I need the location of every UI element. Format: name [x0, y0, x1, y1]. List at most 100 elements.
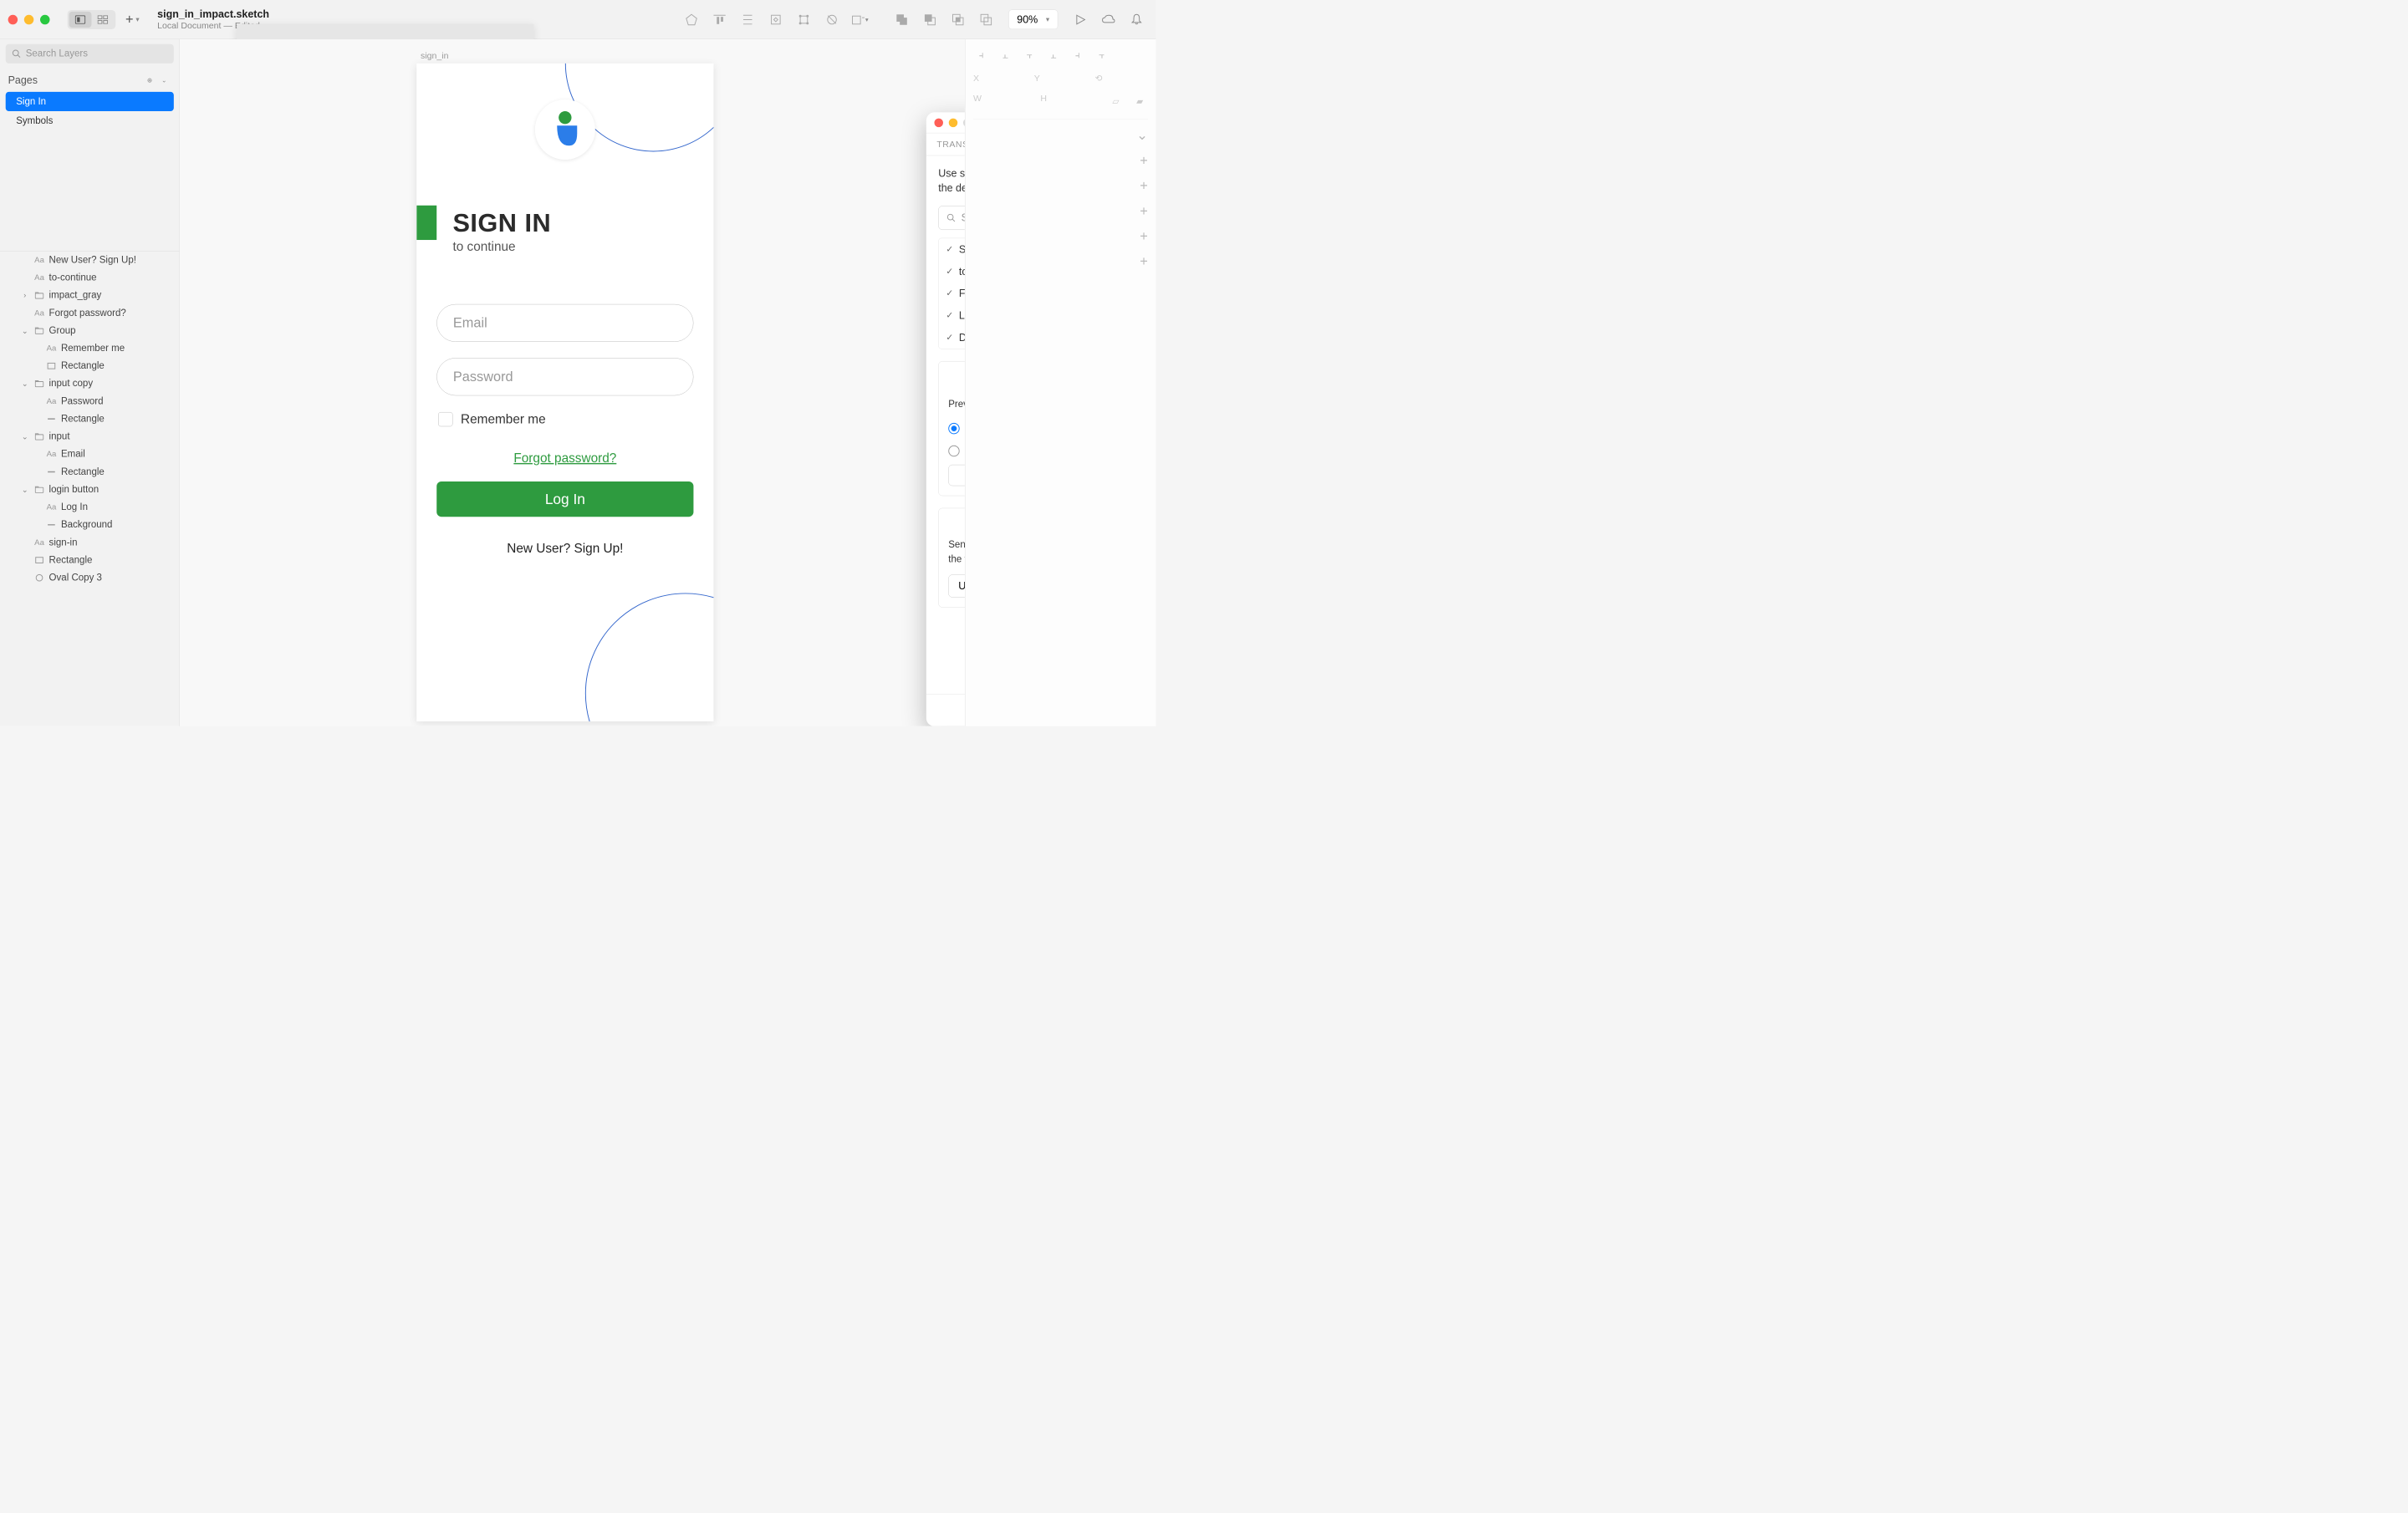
align-right-icon[interactable]: ⫟ [1022, 48, 1038, 64]
minimize-window-button[interactable] [24, 15, 34, 25]
inspector-chevron-icon[interactable]: ⌄ [1136, 127, 1148, 143]
layer-row[interactable]: ⌄Group [0, 322, 180, 339]
layer-row[interactable]: ⌄input [0, 428, 180, 446]
canvas-view-button[interactable] [69, 12, 92, 28]
add-page-icon[interactable]: ⊕ [142, 76, 156, 84]
canvas[interactable]: sign_in SIGN IN to continue Email Passwo… [180, 39, 965, 726]
align-middle-icon[interactable]: ⫞ [1069, 48, 1085, 64]
layer-row[interactable]: AaEmail [0, 446, 180, 463]
play-icon[interactable] [1069, 11, 1092, 28]
crowdin-titlebar: Crowdin [926, 112, 965, 133]
intersect-icon[interactable] [946, 11, 969, 28]
crowdin-panel: Crowdin TRANSLATION STRINGS SETTINGS Con… [926, 112, 965, 726]
zoom-control[interactable]: 90% ▾ [1008, 10, 1058, 30]
crowdin-tabs: TRANSLATION STRINGS SETTINGS Contact Us [926, 133, 965, 155]
radio-create-keynames[interactable] [948, 446, 959, 456]
shape-tool-icon[interactable] [681, 11, 703, 28]
search-placeholder: Search Layers [26, 48, 88, 59]
bell-icon[interactable] [1125, 11, 1148, 28]
rotate-icon[interactable] [821, 11, 844, 28]
layer-row[interactable]: Rectangle [0, 357, 180, 374]
string-row[interactable]: ✓Sign in✎ⓘ [939, 238, 965, 260]
remember-label: Remember me [461, 411, 546, 426]
upload-section: Upload Screenshots Send screenshots of t… [938, 508, 965, 608]
union-icon[interactable] [890, 11, 913, 28]
layer-row[interactable]: ⌄input copy [0, 374, 180, 392]
string-row[interactable]: ✓Don't have an account yet?✎ⓘ [939, 327, 965, 349]
segment-page-button[interactable]: Page [948, 465, 965, 486]
signin-form: Email Password Remember me Forgot passwo… [436, 304, 693, 556]
left-sidebar: Search Layers Pages ⊕ ⌄ Sign InSymbols ⌄… [0, 39, 180, 726]
decorative-oval-bottom [585, 593, 714, 721]
add-property-icon[interactable]: + [1140, 178, 1148, 194]
email-field[interactable]: Email [436, 304, 693, 342]
forgot-password-link[interactable]: Forgot password? [436, 451, 693, 466]
layer-row[interactable]: Aasign-in [0, 533, 180, 551]
cloud-icon[interactable] [1097, 11, 1120, 28]
mask-icon[interactable]: ▾ [849, 11, 871, 28]
login-button[interactable]: Log In [436, 481, 693, 517]
view-toggle [68, 10, 116, 29]
insert-button[interactable]: + ▾ [121, 11, 144, 28]
layer-row[interactable]: AaForgot password? [0, 304, 180, 322]
layer-row[interactable]: Rectangle [0, 463, 180, 481]
layer-row[interactable]: ⌄login button [0, 481, 180, 498]
align-top-icon[interactable] [708, 11, 731, 28]
string-row[interactable]: ✓Log In✎ⓘ [939, 304, 965, 326]
crowdin-hint-text: Use source string for your text componen… [938, 166, 965, 196]
string-row[interactable]: ✓Forgot password?✎ⓘ [939, 283, 965, 304]
flip-h-icon[interactable]: ▱ [1108, 93, 1124, 109]
layer-row[interactable]: AaRemember me [0, 339, 180, 357]
zoom-value: 90% [1017, 13, 1038, 26]
layer-row[interactable]: AaLog In [0, 498, 180, 516]
radio-create-language[interactable] [948, 423, 959, 434]
add-property-icon[interactable]: + [1140, 203, 1148, 219]
page-item[interactable]: Sign In [6, 92, 174, 111]
align-center-h-icon[interactable]: ⫠ [997, 48, 1013, 64]
page-item[interactable]: Symbols [0, 111, 180, 130]
align-top-icon[interactable]: ⫠ [1045, 48, 1061, 64]
subtract-icon[interactable] [919, 11, 941, 28]
signup-link[interactable]: New User? Sign Up! [436, 541, 693, 556]
search-layers-input[interactable]: Search Layers [6, 44, 174, 64]
crowdin-close-button[interactable] [934, 118, 943, 127]
transform-icon[interactable] [793, 11, 815, 28]
upload-screenshots-button[interactable]: Upload Screenshots [948, 574, 965, 597]
remember-checkbox[interactable] [438, 412, 452, 426]
signin-heading: SIGN IN [452, 208, 551, 238]
crowdin-search-input[interactable]: Search [938, 206, 965, 230]
artboard-sign-in[interactable]: SIGN IN to continue Email Password Remem… [416, 64, 713, 721]
fullscreen-window-button[interactable] [40, 15, 50, 25]
artboard-label[interactable]: sign_in [421, 50, 448, 60]
tab-translation[interactable]: TRANSLATION [936, 139, 965, 149]
layer-row[interactable]: ›impact_gray [0, 287, 180, 304]
string-row[interactable]: ✓to continue✎ⓘ [939, 260, 965, 282]
layer-row[interactable]: Background [0, 516, 180, 533]
align-left-icon[interactable]: ⫞ [973, 48, 989, 64]
align-bottom-icon[interactable]: ⫟ [1094, 48, 1110, 64]
password-field[interactable]: Password [436, 358, 693, 395]
crowdin-footer-logo: crowdin [926, 694, 965, 726]
distribute-icon[interactable] [737, 11, 759, 28]
layer-row[interactable]: AaPassword [0, 392, 180, 410]
components-view-button[interactable] [91, 12, 114, 28]
add-property-icon[interactable]: + [1140, 229, 1148, 245]
pages-header: Pages ⊕ ⌄ [0, 69, 180, 92]
crowdin-fullscreen-button[interactable] [963, 118, 965, 127]
crowdin-minimize-button[interactable] [949, 118, 958, 127]
layer-row[interactable]: Rectangle [0, 410, 180, 428]
add-property-icon[interactable]: + [1140, 153, 1148, 169]
layer-row[interactable]: Aato-continue [0, 269, 180, 287]
add-property-icon[interactable]: + [1140, 254, 1148, 270]
right-inspector: ⫞ ⫠ ⫟ ⫠ ⫞ ⫟ XY⟲ WH ▱ ▰ ⌄ + + + + + [965, 39, 1156, 726]
flip-v-icon[interactable]: ▰ [1132, 93, 1148, 109]
window-controls [8, 15, 50, 25]
layer-row[interactable]: Rectangle [0, 552, 180, 569]
remember-row: Remember me [438, 411, 693, 426]
close-window-button[interactable] [8, 15, 18, 25]
symbol-icon[interactable] [764, 11, 787, 28]
difference-icon[interactable] [975, 11, 997, 28]
layer-row[interactable]: Oval Copy 3 [0, 569, 180, 587]
layer-row[interactable]: AaNew User? Sign Up! [0, 251, 180, 268]
collapse-pages-icon[interactable]: ⌄ [157, 76, 171, 84]
